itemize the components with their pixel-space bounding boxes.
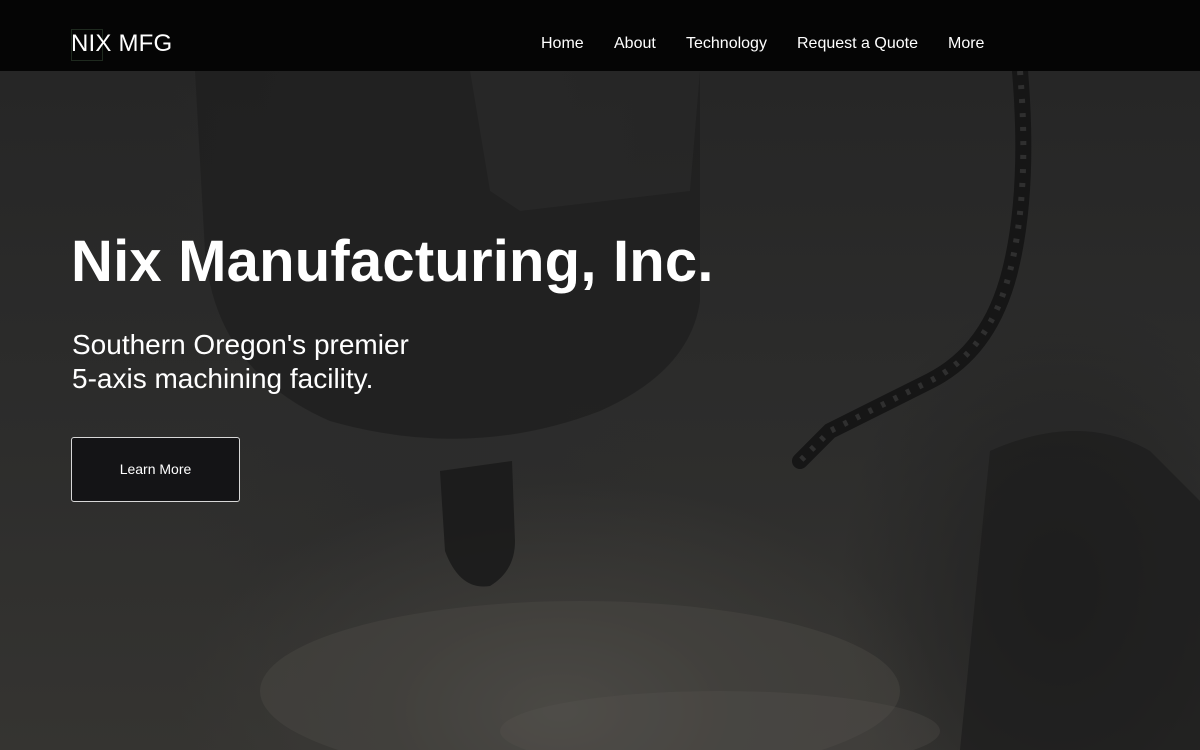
hero-background-image	[195, 71, 1200, 750]
hero-subtitle-line-1: Southern Oregon's premier	[72, 329, 409, 360]
hero-subtitle: Southern Oregon's premier 5-axis machini…	[72, 328, 572, 396]
page-title: Nix Manufacturing, Inc.	[71, 229, 714, 294]
learn-more-button[interactable]: Learn More	[71, 437, 240, 502]
main-nav: Home About Technology Request a Quote Mo…	[0, 35, 1200, 55]
site-header: NIX MFG Home About Technology Request a …	[0, 0, 1200, 71]
nav-about[interactable]: About	[614, 35, 656, 53]
nav-technology[interactable]: Technology	[686, 35, 767, 53]
nav-home[interactable]: Home	[541, 35, 584, 53]
hero-subtitle-line-2: 5-axis machining facility.	[72, 363, 374, 394]
nav-request-quote[interactable]: Request a Quote	[797, 35, 918, 53]
nav-more[interactable]: More	[948, 35, 984, 53]
hero-section	[0, 71, 1200, 750]
page: NIX MFG Home About Technology Request a …	[0, 0, 1200, 750]
